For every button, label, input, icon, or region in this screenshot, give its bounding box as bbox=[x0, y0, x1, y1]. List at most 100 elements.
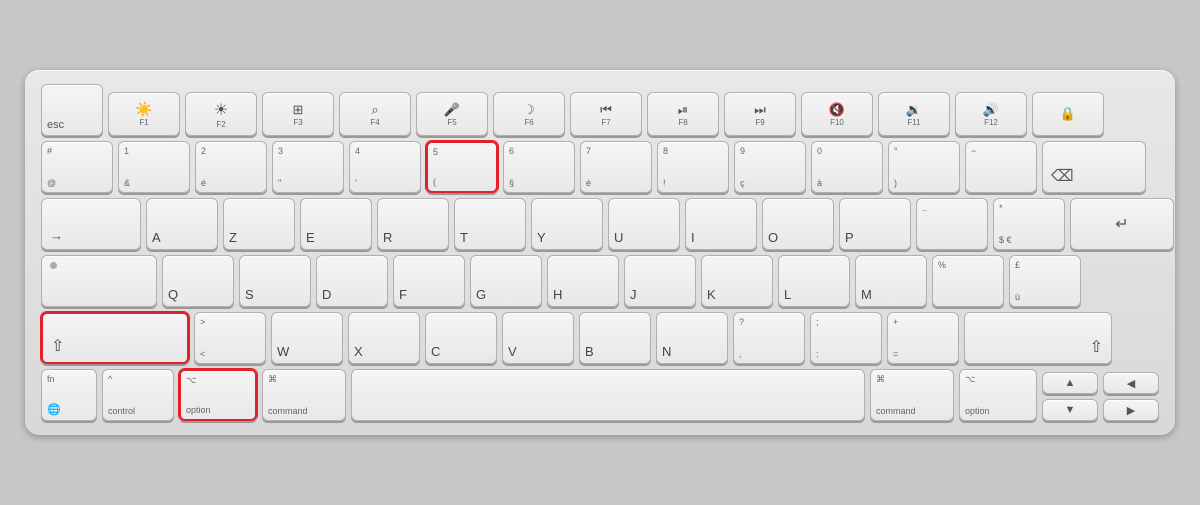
key-f[interactable]: F bbox=[393, 255, 465, 307]
key-period[interactable]: ; : bbox=[810, 312, 882, 364]
key-n[interactable]: N bbox=[656, 312, 728, 364]
key-arrow-down[interactable]: ▼ bbox=[1042, 399, 1098, 421]
key-fn-top: fn bbox=[47, 374, 55, 384]
key-space[interactable] bbox=[351, 369, 865, 421]
key-h[interactable]: H bbox=[547, 255, 619, 307]
key-esc[interactable]: esc bbox=[41, 84, 103, 136]
key-shift-left[interactable]: ⇧ bbox=[41, 312, 189, 364]
key-f9-label: F9 bbox=[755, 118, 764, 127]
key-at-hash-top: # bbox=[47, 146, 52, 156]
caps-dot-icon bbox=[50, 262, 57, 269]
key-shift-right[interactable]: ⇧ bbox=[964, 312, 1112, 364]
key-c[interactable]: C bbox=[425, 312, 497, 364]
key-i[interactable]: I bbox=[685, 198, 757, 250]
key-arrow-left[interactable]: ◀ bbox=[1103, 372, 1159, 394]
key-q[interactable]: Q bbox=[162, 255, 234, 307]
key-1[interactable]: 1 & bbox=[118, 141, 190, 193]
key-command-right-bottom: command bbox=[876, 406, 916, 416]
key-control-bottom: control bbox=[108, 406, 135, 416]
key-f5[interactable]: 🎤 F5 bbox=[416, 92, 488, 136]
key-f9[interactable]: ⏭ F9 bbox=[724, 92, 796, 136]
key-k[interactable]: K bbox=[701, 255, 773, 307]
key-z[interactable]: Z bbox=[223, 198, 295, 250]
key-5[interactable]: 5 ( bbox=[426, 141, 498, 193]
key-3[interactable]: 3 " bbox=[272, 141, 344, 193]
key-fn[interactable]: fn 🌐 bbox=[41, 369, 97, 421]
key-6-top: 6 bbox=[509, 146, 514, 156]
key-2[interactable]: 2 é bbox=[195, 141, 267, 193]
key-9[interactable]: 9 ç bbox=[734, 141, 806, 193]
key-arrow-up[interactable]: ▲ bbox=[1042, 372, 1098, 394]
key-5-bottom: ( bbox=[433, 177, 436, 187]
key-x[interactable]: X bbox=[348, 312, 420, 364]
key-lock[interactable]: 🔒 bbox=[1032, 92, 1104, 136]
key-9-top: 9 bbox=[740, 146, 745, 156]
key-s[interactable]: S bbox=[239, 255, 311, 307]
key-percent-top: % bbox=[938, 260, 946, 270]
key-pound-bottom: ù bbox=[1015, 292, 1020, 302]
key-plus[interactable]: − bbox=[965, 141, 1037, 193]
key-l-label: L bbox=[784, 287, 791, 302]
key-pound[interactable]: £ ù bbox=[1009, 255, 1081, 307]
key-f5-label: F5 bbox=[447, 118, 456, 127]
key-q-label: Q bbox=[168, 287, 178, 302]
key-backspace[interactable]: ⌫ bbox=[1042, 141, 1146, 193]
key-percent[interactable]: % bbox=[932, 255, 1004, 307]
key-f12[interactable]: 🔊 F12 bbox=[955, 92, 1027, 136]
key-d[interactable]: D bbox=[316, 255, 388, 307]
key-f1[interactable]: ☀️ F1 bbox=[108, 92, 180, 136]
key-u[interactable]: U bbox=[608, 198, 680, 250]
key-c-label: C bbox=[431, 344, 440, 359]
key-p[interactable]: P bbox=[839, 198, 911, 250]
key-command-right[interactable]: ⌘ command bbox=[870, 369, 954, 421]
key-f7[interactable]: ⏮ F7 bbox=[570, 92, 642, 136]
key-w[interactable]: W bbox=[271, 312, 343, 364]
moon-icon: ☽ bbox=[523, 102, 535, 118]
key-f8[interactable]: ⏯ F8 bbox=[647, 92, 719, 136]
rewind-icon: ⏮ bbox=[600, 102, 612, 118]
key-angle[interactable]: > < bbox=[194, 312, 266, 364]
key-caps[interactable] bbox=[41, 255, 157, 307]
key-g[interactable]: G bbox=[470, 255, 542, 307]
key-question[interactable]: ? , bbox=[733, 312, 805, 364]
key-dollar[interactable]: * $ € bbox=[993, 198, 1065, 250]
key-b[interactable]: B bbox=[579, 312, 651, 364]
key-at-hash[interactable]: # @ bbox=[41, 141, 113, 193]
key-control[interactable]: ^ control bbox=[102, 369, 174, 421]
key-j[interactable]: J bbox=[624, 255, 696, 307]
key-f6[interactable]: ☽ F6 bbox=[493, 92, 565, 136]
key-option-left[interactable]: ⌥ option bbox=[179, 369, 257, 421]
key-caret[interactable]: .. bbox=[916, 198, 988, 250]
fn-row: esc ☀️ F1 ☀ F2 ⊞ F3 ⌕ F4 🎤 F5 ☽ F6 ⏮ F7 bbox=[41, 84, 1159, 136]
key-0[interactable]: 0 à bbox=[811, 141, 883, 193]
key-4[interactable]: 4 ' bbox=[349, 141, 421, 193]
key-tab[interactable]: → bbox=[41, 198, 141, 250]
key-command-left-top: ⌘ bbox=[268, 374, 277, 385]
key-a[interactable]: A bbox=[146, 198, 218, 250]
key-8[interactable]: 8 ! bbox=[657, 141, 729, 193]
key-option-right[interactable]: ⌥ option bbox=[959, 369, 1037, 421]
key-e[interactable]: E bbox=[300, 198, 372, 250]
key-r[interactable]: R bbox=[377, 198, 449, 250]
key-slash[interactable]: + = bbox=[887, 312, 959, 364]
key-arrow-right[interactable]: ▶ bbox=[1103, 399, 1159, 421]
key-f12-label: F12 bbox=[984, 118, 998, 127]
key-degree[interactable]: ° ) bbox=[888, 141, 960, 193]
key-f10[interactable]: 🔇 F10 bbox=[801, 92, 873, 136]
key-command-left[interactable]: ⌘ command bbox=[262, 369, 346, 421]
key-f4[interactable]: ⌕ F4 bbox=[339, 92, 411, 136]
key-v[interactable]: V bbox=[502, 312, 574, 364]
key-t[interactable]: T bbox=[454, 198, 526, 250]
key-6[interactable]: 6 § bbox=[503, 141, 575, 193]
key-1-top: 1 bbox=[124, 146, 129, 156]
key-control-top: ^ bbox=[108, 374, 112, 384]
key-f3[interactable]: ⊞ F3 bbox=[262, 92, 334, 136]
key-enter[interactable]: ↵ bbox=[1070, 198, 1174, 250]
key-7[interactable]: 7 è bbox=[580, 141, 652, 193]
key-l[interactable]: L bbox=[778, 255, 850, 307]
key-m[interactable]: M bbox=[855, 255, 927, 307]
key-f11[interactable]: 🔉 F11 bbox=[878, 92, 950, 136]
key-y[interactable]: Y bbox=[531, 198, 603, 250]
key-f2[interactable]: ☀ F2 bbox=[185, 92, 257, 136]
key-o[interactable]: O bbox=[762, 198, 834, 250]
